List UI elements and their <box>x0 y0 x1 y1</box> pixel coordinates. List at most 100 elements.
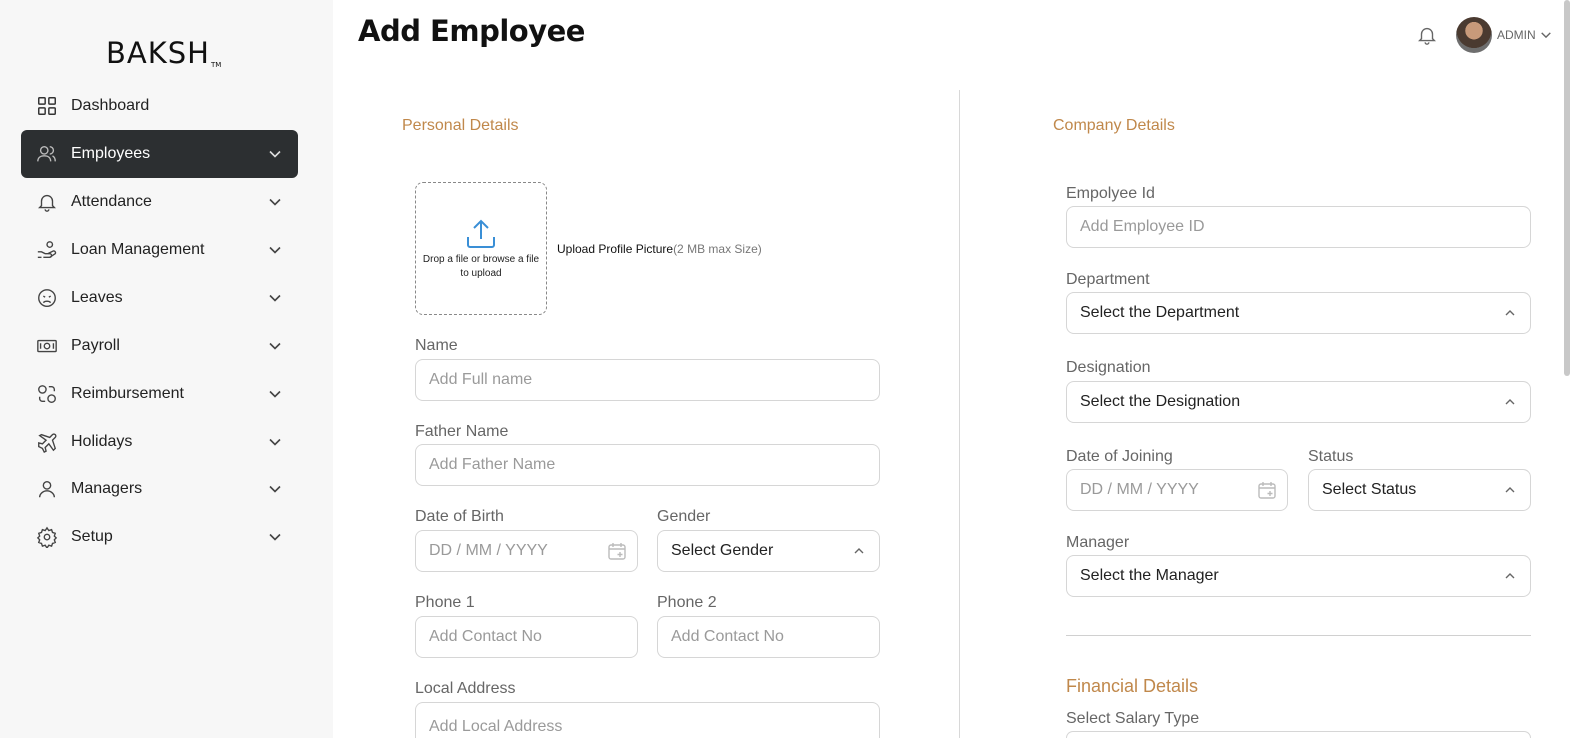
phone2-label: Phone 2 <box>657 594 717 611</box>
name-label: Name <box>415 337 458 354</box>
sidebar-item-label: Payroll <box>71 337 120 354</box>
manager-select[interactable]: Select the Manager <box>1066 555 1531 597</box>
brand-logo: BAKSHTM <box>106 36 222 70</box>
sidebar-item-dashboard[interactable]: Dashboard <box>21 82 298 130</box>
chevron-down-icon <box>269 198 281 206</box>
sidebar: BAKSHTM Dashboard Employees Attendance L… <box>0 0 333 738</box>
sidebar-item-label: Employees <box>71 145 151 162</box>
upload-icon <box>467 219 495 248</box>
designation-select[interactable]: Select the Designation <box>1066 381 1531 423</box>
app-root: BAKSHTM Dashboard Employees Attendance L… <box>0 0 1574 738</box>
sidebar-item-managers[interactable]: Managers <box>21 465 298 513</box>
section-divider <box>1066 635 1531 636</box>
sidebar-item-payroll[interactable]: Payroll <box>21 322 298 370</box>
bell-icon <box>35 190 59 214</box>
section-title-financial: Financial Details <box>1066 676 1199 696</box>
gender-select[interactable]: Select Gender <box>657 530 880 572</box>
employee-id-input[interactable]: Add Employee ID <box>1066 206 1531 248</box>
banknote-icon <box>35 334 59 358</box>
upload-instructions: Drop a file or browse a file to upload <box>422 253 540 279</box>
avatar[interactable] <box>1456 17 1492 53</box>
scrollbar[interactable] <box>1564 0 1570 376</box>
status-value: Select Status <box>1322 481 1417 498</box>
doj-label: Date of Joining <box>1066 448 1173 465</box>
father-name-label: Father Name <box>415 423 509 440</box>
plane-icon <box>35 430 59 454</box>
dob-input[interactable]: DD / MM / YYYY <box>415 530 638 572</box>
sidebar-item-label: Attendance <box>71 193 152 210</box>
gear-icon <box>35 525 59 549</box>
sidebar-item-attendance[interactable]: Attendance <box>21 178 298 226</box>
chevron-down-icon <box>269 150 281 158</box>
chevron-up-icon <box>1505 399 1515 405</box>
sidebar-item-label: Holidays <box>71 433 133 450</box>
designation-label: Designation <box>1066 359 1151 376</box>
sidebar-item-label: Reimbursement <box>71 385 184 402</box>
sidebar-item-label: Managers <box>71 480 143 497</box>
department-value: Select the Department <box>1080 304 1240 321</box>
manager-label: Manager <box>1066 534 1130 551</box>
phone1-label: Phone 1 <box>415 594 475 611</box>
designation-value: Select the Designation <box>1080 393 1241 410</box>
upload-label: Upload Profile Picture(2 MB max Size) <box>557 242 762 256</box>
sidebar-item-label: Loan Management <box>71 241 205 258</box>
notification-bell-icon[interactable] <box>1416 24 1438 46</box>
sidebar-item-label: Leaves <box>71 289 123 306</box>
chevron-down-icon <box>269 485 281 493</box>
users-icon <box>35 142 59 166</box>
sidebar-item-label: Setup <box>71 528 113 545</box>
chevron-down-icon <box>269 438 281 446</box>
father-name-input[interactable]: Add Father Name <box>415 444 880 486</box>
sidebar-item-employees[interactable]: Employees <box>21 130 298 178</box>
section-title-personal: Personal Details <box>402 117 519 134</box>
doj-input[interactable]: DD / MM / YYYY <box>1066 469 1288 511</box>
gender-value: Select Gender <box>671 542 774 559</box>
chevron-up-icon <box>854 548 864 554</box>
phone2-input[interactable]: Add Contact No <box>657 616 880 658</box>
chevron-up-icon <box>1505 487 1515 493</box>
calendar-icon[interactable] <box>607 541 627 561</box>
dob-placeholder: DD / MM / YYYY <box>429 542 548 559</box>
status-select[interactable]: Select Status <box>1308 469 1531 511</box>
employee-id-label: Empolyee Id <box>1066 185 1155 202</box>
sidebar-item-reimbursement[interactable]: Reimbursement <box>21 370 298 418</box>
calendar-icon[interactable] <box>1257 480 1277 500</box>
phone1-input[interactable]: Add Contact No <box>415 616 638 658</box>
chevron-up-icon <box>1505 310 1515 316</box>
local-address-input[interactable]: Add Local Address <box>415 702 880 738</box>
sidebar-item-setup[interactable]: Setup <box>21 513 298 561</box>
salary-type-select[interactable] <box>1066 731 1531 738</box>
chevron-up-icon <box>1505 573 1515 579</box>
status-label: Status <box>1308 448 1354 465</box>
dob-label: Date of Birth <box>415 508 504 525</box>
refund-icon <box>35 382 59 406</box>
salary-type-label: Select Salary Type <box>1066 710 1200 727</box>
manager-value: Select the Manager <box>1080 567 1219 584</box>
section-title-company: Company Details <box>1053 117 1175 134</box>
sad-face-icon <box>35 286 59 310</box>
gender-label: Gender <box>657 508 711 525</box>
sidebar-item-holidays[interactable]: Holidays <box>21 418 298 466</box>
chevron-down-icon <box>269 294 281 302</box>
user-icon <box>35 477 59 501</box>
chevron-down-icon <box>269 342 281 350</box>
chevron-down-icon <box>269 533 281 541</box>
hand-coins-icon <box>35 238 59 262</box>
chevron-down-icon <box>1540 32 1551 39</box>
sidebar-item-leaves[interactable]: Leaves <box>21 274 298 322</box>
chevron-down-icon <box>269 246 281 254</box>
profile-upload-dropzone[interactable]: Drop a file or browse a file to upload <box>415 182 547 315</box>
column-divider <box>959 90 960 738</box>
grid-icon <box>35 94 59 118</box>
department-label: Department <box>1066 271 1150 288</box>
sidebar-item-loan-management[interactable]: Loan Management <box>21 226 298 274</box>
local-address-label: Local Address <box>415 680 516 697</box>
department-select[interactable]: Select the Department <box>1066 292 1531 334</box>
user-menu[interactable]: ADMIN <box>1497 28 1552 42</box>
doj-placeholder: DD / MM / YYYY <box>1080 481 1199 498</box>
page-title: Add Employee <box>358 14 585 48</box>
sidebar-item-label: Dashboard <box>71 97 150 114</box>
name-input[interactable]: Add Full name <box>415 359 880 401</box>
chevron-down-icon <box>269 390 281 398</box>
user-name: ADMIN <box>1497 28 1536 42</box>
